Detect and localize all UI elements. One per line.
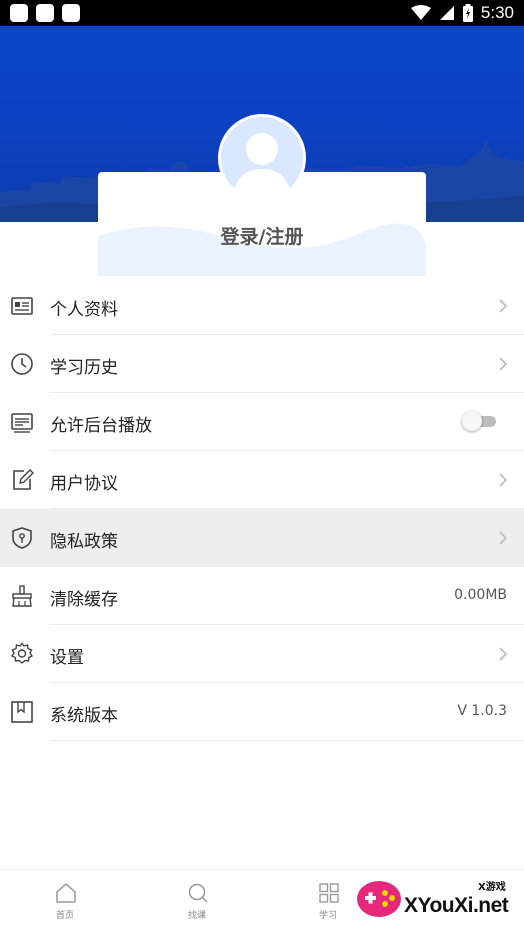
menu-item-label: 系统版本 <box>50 706 118 726</box>
menu-item-label: 隐私政策 <box>50 532 118 552</box>
status-bar: 5:30 <box>0 0 524 26</box>
settings-menu: 个人资料 学习历史 允许后台播放 用户协议 隐私政策 清除缓存 0.00MB 设… <box>0 277 524 741</box>
nav-home[interactable]: 首页 <box>25 870 105 932</box>
menu-item-label: 设置 <box>50 648 84 668</box>
menu-item-user-agreement[interactable]: 用户协议 <box>0 451 524 509</box>
menu-item-label: 学习历史 <box>50 358 118 378</box>
menu-item-study-history[interactable]: 学习历史 <box>0 335 524 393</box>
version-value: V 1.0.3 <box>457 703 507 719</box>
edit-document-icon <box>13 469 34 490</box>
gear-icon <box>10 642 34 664</box>
menu-item-background-play: 允许后台播放 <box>0 393 524 451</box>
menu-item-label: 个人资料 <box>50 300 118 320</box>
bookmark-icon <box>11 701 33 723</box>
menu-item-profile[interactable]: 个人资料 <box>0 277 524 335</box>
app-square-icon <box>62 4 80 22</box>
grid-icon <box>319 883 339 903</box>
chevron-right-icon <box>499 299 508 313</box>
menu-item-label: 清除缓存 <box>50 590 118 610</box>
cache-size-value: 0.00MB <box>454 587 507 603</box>
chevron-right-icon <box>499 357 508 371</box>
signal-icon <box>439 6 454 20</box>
nav-find-course[interactable]: 找课 <box>157 870 237 932</box>
menu-item-clear-cache[interactable]: 清除缓存 0.00MB <box>0 567 524 625</box>
shield-icon <box>12 527 32 549</box>
watermark-main-text: XYouXi.net <box>404 894 509 917</box>
app-square-icon <box>10 4 28 22</box>
toggle-thumb <box>462 411 482 431</box>
clock-time: 5:30 <box>480 3 514 22</box>
menu-item-label: 允许后台播放 <box>50 416 152 436</box>
profile-card-icon <box>11 297 33 315</box>
nav-label: 找课 <box>187 911 206 921</box>
wifi-icon <box>410 5 431 20</box>
broom-icon <box>12 585 32 607</box>
menu-item-privacy-policy[interactable]: 隐私政策 <box>0 509 524 567</box>
chevron-right-icon <box>499 473 508 487</box>
gamepad-logo-icon <box>357 881 401 917</box>
clock-icon <box>11 353 33 375</box>
nav-label: 首页 <box>55 911 74 921</box>
divider <box>50 740 524 741</box>
background-play-toggle[interactable] <box>462 411 496 431</box>
chevron-right-icon <box>499 647 508 661</box>
login-register-link[interactable]: 登录/注册 <box>98 222 426 249</box>
user-silhouette-icon <box>233 133 291 199</box>
menu-item-settings[interactable]: 设置 <box>0 625 524 683</box>
site-watermark: X游戏 XYouXi.net <box>356 876 520 926</box>
app-square-icon <box>36 4 54 22</box>
search-icon <box>188 883 208 903</box>
menu-item-label: 用户协议 <box>50 474 118 494</box>
chevron-right-icon <box>499 531 508 545</box>
avatar[interactable] <box>218 114 306 202</box>
watermark-top-text: X游戏 <box>478 882 506 893</box>
keyboard-icon <box>11 413 33 433</box>
home-icon <box>56 882 76 903</box>
battery-icon <box>462 4 473 22</box>
menu-item-system-version: 系统版本 V 1.0.3 <box>0 683 524 741</box>
